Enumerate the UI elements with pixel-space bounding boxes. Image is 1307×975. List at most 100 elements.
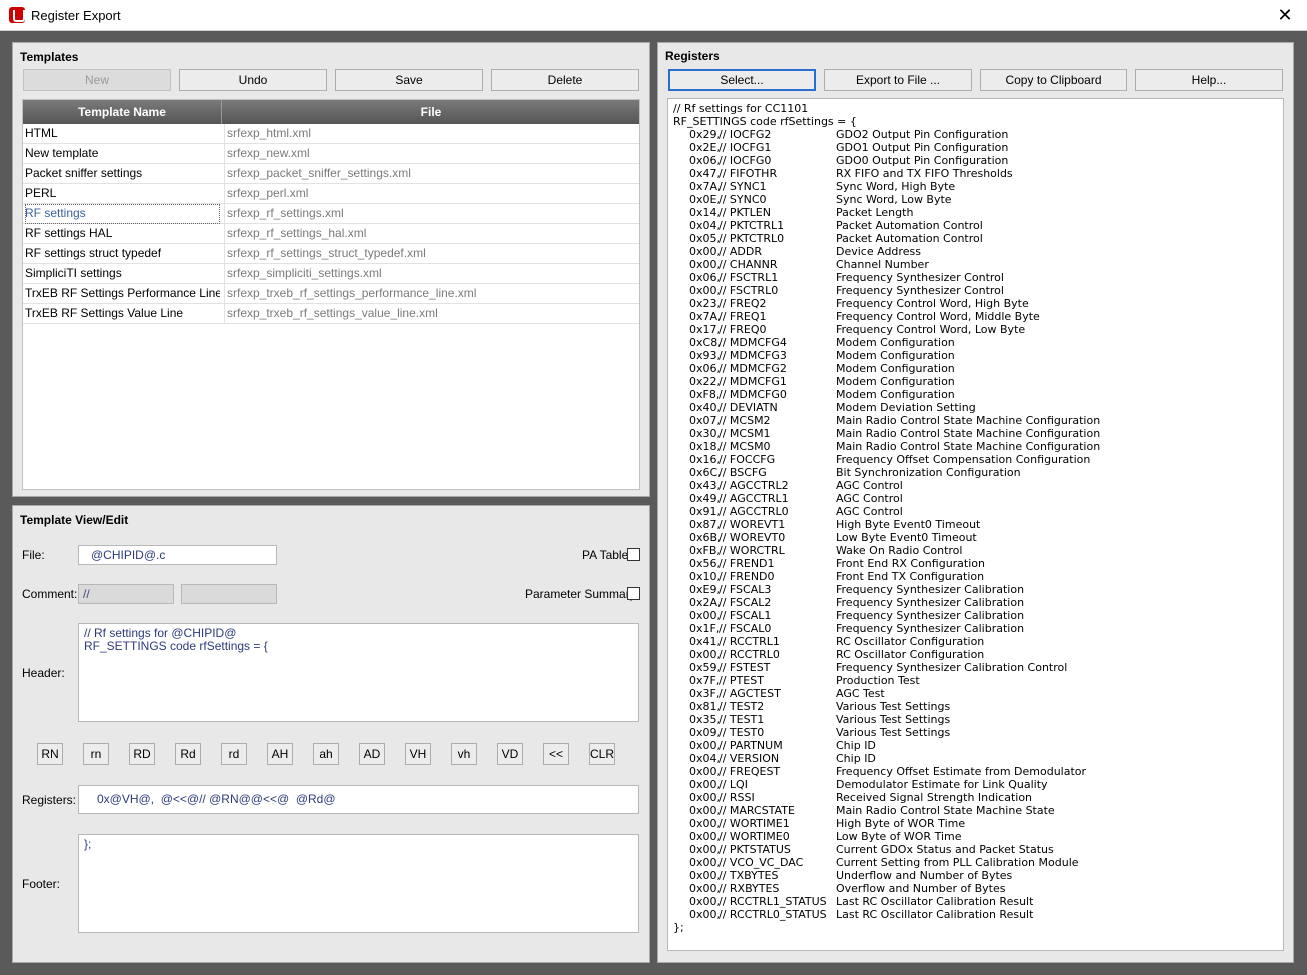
register-value: 0x00,: [689, 882, 721, 895]
save-button[interactable]: Save: [335, 69, 483, 91]
register-value: 0xFB,: [689, 544, 720, 557]
register-name: // AGCCTRL2: [719, 479, 789, 492]
register-description: Front End RX Configuration: [836, 557, 985, 570]
register-value: 0x07,: [689, 414, 721, 427]
register-value: 0x00,: [689, 856, 721, 869]
token-button[interactable]: vh: [451, 743, 477, 765]
register-value: 0x0E,: [689, 193, 720, 206]
template-file-cell: srfexp_packet_sniffer_settings.xml: [224, 164, 638, 184]
register-description: GDO2 Output Pin Configuration: [836, 128, 1009, 141]
register-name: // MDMCFG4: [719, 336, 787, 349]
register-value: 0x00,: [689, 830, 721, 843]
token-button[interactable]: <<: [543, 743, 569, 765]
file-input[interactable]: @CHIPID@.c: [78, 545, 277, 565]
token-button[interactable]: AD: [359, 743, 385, 765]
copy-to-clipboard-button[interactable]: Copy to Clipboard: [980, 69, 1127, 91]
token-button[interactable]: rd: [221, 743, 247, 765]
register-name: // FREND1: [719, 557, 775, 570]
token-button[interactable]: VD: [497, 743, 523, 765]
register-line: 0x81,// TEST2 Various Test Settings: [673, 700, 1273, 713]
token-button[interactable]: AH: [267, 743, 293, 765]
table-row[interactable]: RF settings HAL srfexp_rf_settings_hal.xm…: [23, 224, 639, 244]
register-value: 0x2E,: [689, 141, 720, 154]
token-button[interactable]: VH: [405, 743, 431, 765]
register-description: Low Byte Event0 Timeout: [836, 531, 977, 544]
registers-label: Registers:: [22, 793, 77, 807]
register-line: 0x6B,// WOREVT0 Low Byte Event0 Timeout: [673, 531, 1273, 544]
register-line: 0x2A,// FSCAL2 Frequency Synthesizer Cali…: [673, 596, 1273, 609]
table-row[interactable]: PERL srfexp_perl.xml: [23, 184, 639, 204]
register-name: // FSCTRL1: [719, 271, 779, 284]
pa-table-checkbox[interactable]: [627, 548, 640, 561]
register-value: 0x00,: [689, 778, 721, 791]
register-value: 0x6B,: [689, 531, 721, 544]
register-description: Low Byte of WOR Time: [836, 830, 962, 843]
undo-button[interactable]: Undo: [179, 69, 327, 91]
table-row[interactable]: RF settings srfexp_rf_settings.xml: [23, 204, 639, 224]
register-description: Received Signal Strength Indication: [836, 791, 1033, 804]
register-value: 0x40,: [689, 401, 721, 414]
column-header-file[interactable]: File: [222, 100, 639, 124]
register-line: 0xC8,// MDMCFG4 Modem Configuration: [673, 336, 1273, 349]
register-line: 0x7A,// FREQ1 Frequency Control Word, Mid…: [673, 310, 1273, 323]
register-line: 0x00,// LQI Demodulator Estimate for Link…: [673, 778, 1273, 791]
comment-input[interactable]: //: [78, 584, 174, 604]
register-value: 0x10,: [689, 570, 721, 583]
table-row[interactable]: New template srfexp_new.xml: [23, 144, 639, 164]
register-description: High Byte Event0 Timeout: [836, 518, 981, 531]
register-description: RX FIFO and TX FIFO Thresholds: [836, 167, 1013, 180]
register-line: 0x00,// VCO_VC_DAC Current Setting from P…: [673, 856, 1273, 869]
close-icon[interactable]: ✕: [1263, 0, 1307, 31]
register-line: 0x00,// TXBYTES Underflow and Number of B…: [673, 869, 1273, 882]
token-button[interactable]: CLR: [589, 743, 615, 765]
template-name-cell: RF settings HAL: [25, 226, 113, 240]
register-line: 0x93,// MDMCFG3 Modem Configuration: [673, 349, 1273, 362]
new-button[interactable]: New: [23, 69, 171, 91]
registers-input[interactable]: 0x@VH@, @<<@// @RN@@<<@ @Rd@: [78, 785, 639, 814]
register-name: // PKTCTRL1: [719, 219, 785, 232]
token-button[interactable]: RD: [129, 743, 155, 765]
register-value: 0x7A,: [689, 310, 721, 323]
register-name: // CHANNR: [719, 258, 778, 271]
register-output-text[interactable]: // Rf settings for CC1101 RF_SETTINGS co…: [667, 98, 1284, 951]
register-name: // VERSION: [719, 752, 780, 765]
export-to-file-button[interactable]: Export to File ...: [824, 69, 972, 91]
header-textarea[interactable]: // Rf settings for @CHIPID@ RF_SETTINGS …: [78, 623, 639, 722]
delete-button[interactable]: Delete: [491, 69, 639, 91]
register-value: 0x00,: [689, 258, 721, 271]
register-description: Wake On Radio Control: [836, 544, 963, 557]
register-description: AGC Control: [836, 505, 903, 518]
column-header-template-name[interactable]: Template Name: [23, 100, 222, 124]
register-name: // MDMCFG0: [719, 388, 787, 401]
register-description: AGC Control: [836, 479, 903, 492]
table-row[interactable]: Packet sniffer settings srfexp_packet_sni…: [23, 164, 639, 184]
token-button[interactable]: rn: [83, 743, 109, 765]
token-button[interactable]: RN: [37, 743, 63, 765]
register-value: 0x35,: [689, 713, 721, 726]
register-value: 0x1F,: [689, 622, 720, 635]
token-button[interactable]: ah: [313, 743, 339, 765]
register-value: 0xC8,: [689, 336, 721, 349]
register-description: Frequency Control Word, Middle Byte: [836, 310, 1040, 323]
table-row[interactable]: TrxEB RF Settings Value Line srfexp_trxeb…: [23, 304, 639, 324]
register-line: 0x7F,// PTEST Production Test: [673, 674, 1273, 687]
register-description: Various Test Settings: [836, 726, 951, 739]
register-name: // TEST2: [719, 700, 765, 713]
select-button[interactable]: Select...: [668, 69, 816, 91]
comment-end-input[interactable]: [181, 584, 277, 604]
table-row[interactable]: HTML srfexp_html.xml: [23, 124, 639, 144]
register-name: // PTEST: [719, 674, 764, 687]
register-description: GDO0 Output Pin Configuration: [836, 154, 1009, 167]
table-row[interactable]: SimpliciTI settings srfexp_simpliciti_set…: [23, 264, 639, 284]
footer-textarea[interactable]: };: [78, 834, 639, 933]
token-button[interactable]: Rd: [175, 743, 201, 765]
register-line: 0x05,// PKTCTRL0 Packet Automation Contro…: [673, 232, 1273, 245]
table-row[interactable]: RF settings struct typedef srfexp_rf_sett…: [23, 244, 639, 264]
templates-table[interactable]: Template Name File HTML srfexp_html.xml Ne…: [22, 99, 640, 490]
register-name: // RCCTRL1_STATUS: [719, 895, 827, 908]
table-row[interactable]: TrxEB RF Settings Performance Line srfexp…: [23, 284, 639, 304]
template-name-cell: HTML: [25, 126, 58, 140]
register-line: 0x87,// WOREVT1 High Byte Event0 Timeout: [673, 518, 1273, 531]
parameter-summary-checkbox[interactable]: [627, 587, 640, 600]
help-button[interactable]: Help...: [1135, 69, 1283, 91]
